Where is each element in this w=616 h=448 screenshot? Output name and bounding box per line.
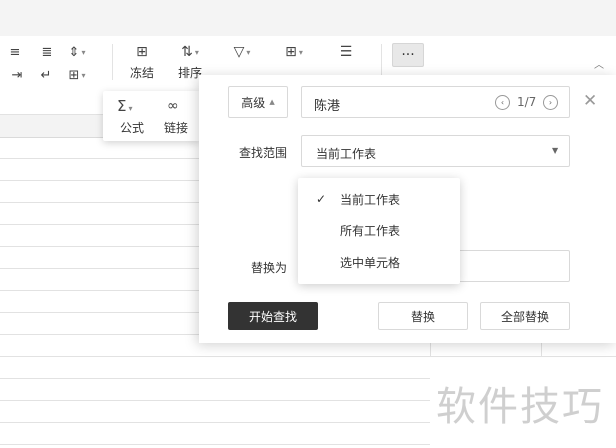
table-style-button[interactable]: ⊞ ▾ [274,42,314,62]
scope-option-label: 所有工作表 [340,223,401,238]
sigma-icon[interactable]: Σ ▾ [117,97,133,115]
close-icon[interactable]: ✕ [583,91,597,111]
insert-tools-popup: Σ ▾ 公式 ∞ 链接 [103,91,200,141]
form-icon: ☰ [339,44,353,60]
filter-icon: ▽ ▾ [233,44,251,60]
scope-option-all-sheets[interactable]: 所有工作表 [298,215,460,245]
replace-label: 替换为 [251,261,288,275]
align-right-icon[interactable]: ≣ [38,44,56,60]
watermark-text: 软件技巧 [436,384,604,430]
freeze-label: 冻结 [129,66,154,80]
search-value: 陈港 [314,99,341,114]
link-label[interactable]: 链接 [164,119,188,136]
top-bar [0,0,616,37]
freeze-icon: ⊞ [136,44,148,60]
scope-label: 查找范围 [239,146,288,160]
sort-icon: ⇅ ▾ [181,44,199,60]
scope-option-label: 当前工作表 [340,192,401,207]
replace-all-button[interactable]: 全部替换 [480,302,570,330]
scope-option-selected-cells[interactable]: 选中单元格 [298,247,460,277]
indent-icon[interactable]: ⇥ [8,67,26,83]
align-center-icon[interactable]: ≡ [6,44,24,60]
search-input[interactable]: 陈港 ‹ 1/7 › [301,86,570,118]
freeze-button[interactable]: ⊞ 冻结 [122,42,162,81]
more-button[interactable]: ··· [392,43,424,67]
replace-button[interactable]: 替换 [378,302,468,330]
form-button[interactable]: ☰ [326,42,366,62]
vertical-align-icon[interactable]: ⇕ ▾ [68,44,86,60]
advanced-label: 高级 [241,95,266,110]
match-counter: 1/7 [517,95,537,109]
start-find-button[interactable]: 开始查找 [228,302,318,330]
scope-select[interactable]: 当前工作表 ▼ [301,135,570,167]
wrap-text-icon[interactable]: ↵ [37,67,55,83]
scope-selected-value: 当前工作表 [316,147,377,161]
previous-match-icon[interactable]: ‹ [495,95,510,110]
checkmark-icon: ✓ [316,192,327,206]
filter-button[interactable]: ▽ ▾ [222,42,262,62]
table-icon: ⊞ ▾ [285,44,303,60]
scope-option-label: 选中单元格 [340,255,401,270]
next-match-icon[interactable]: › [543,95,558,110]
caret-up-icon: ▲ [269,98,275,106]
toolbar-divider [112,44,113,80]
link-icon[interactable]: ∞ [167,98,179,114]
collapse-toolbar-icon[interactable]: ︿ [594,56,604,71]
chevron-down-icon: ▼ [552,146,559,155]
merge-cells-icon[interactable]: ⊞ ▾ [68,67,86,83]
scope-option-current-sheet[interactable]: ✓ 当前工作表 [298,184,460,214]
advanced-toggle-button[interactable]: 高级 ▲ [228,86,288,118]
formula-label[interactable]: 公式 [120,119,144,136]
scope-dropdown-list: ✓ 当前工作表 所有工作表 选中单元格 [298,178,460,284]
